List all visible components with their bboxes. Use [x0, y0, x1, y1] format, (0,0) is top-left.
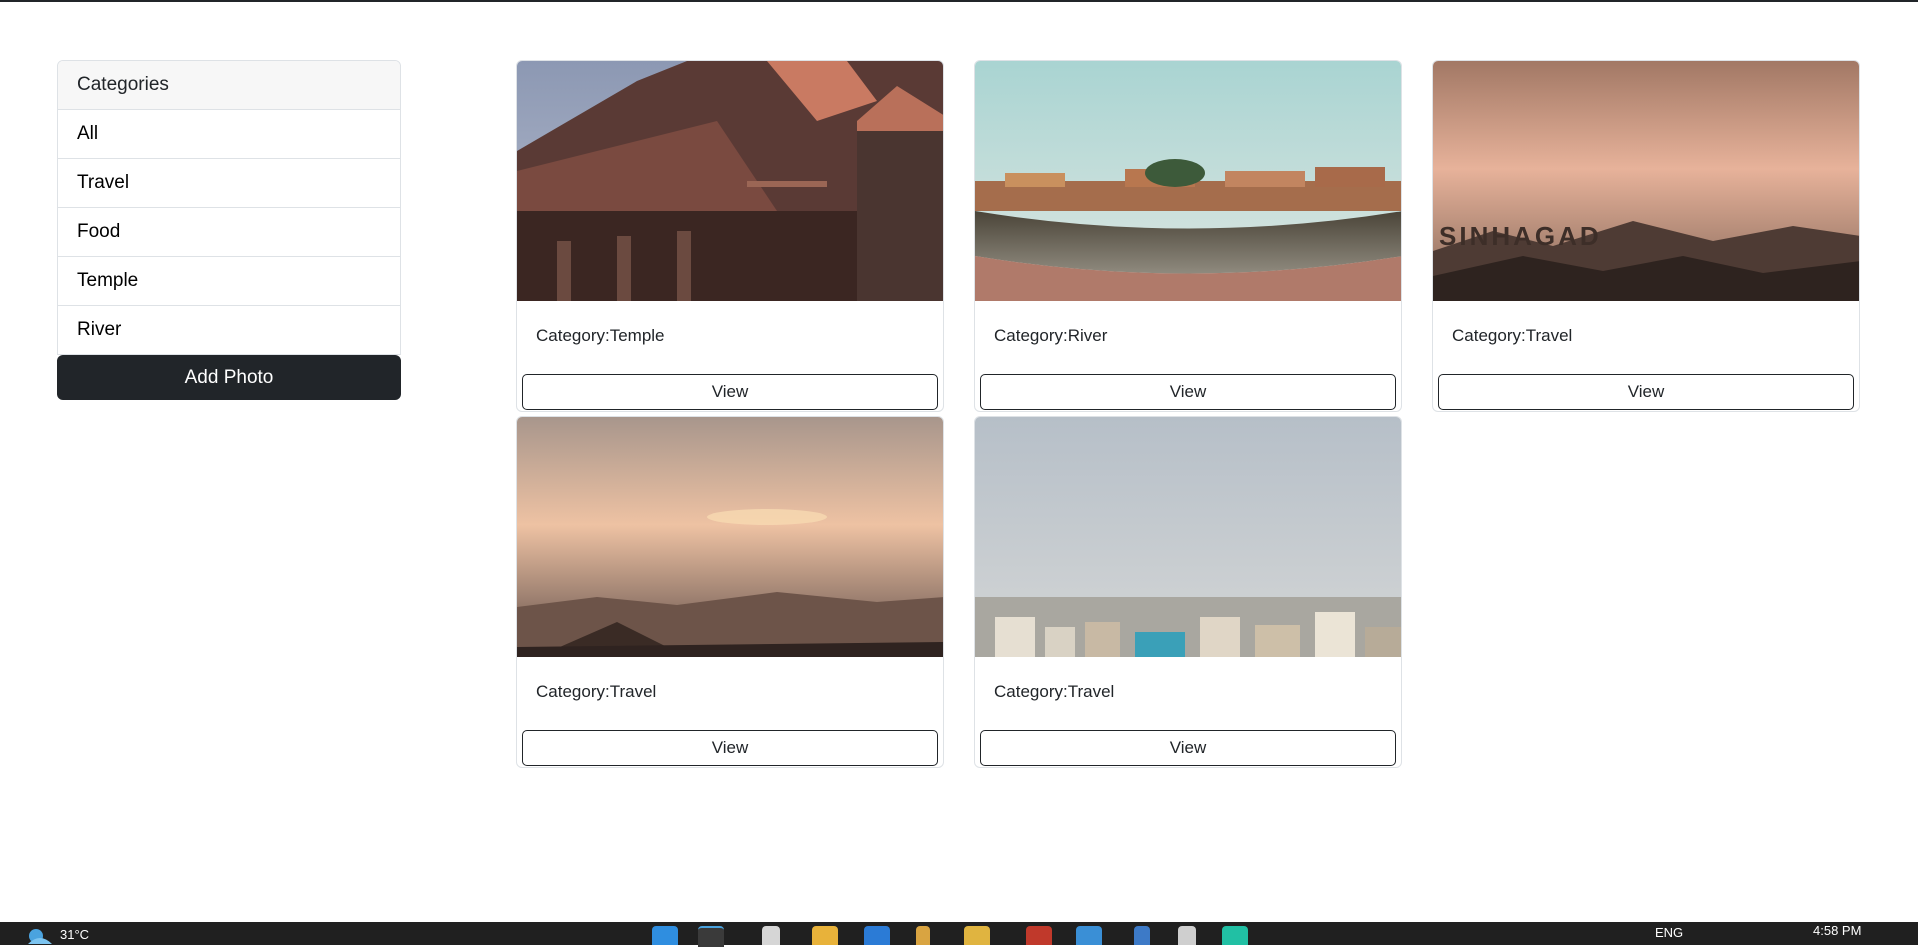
app-icon-red[interactable]	[1026, 926, 1052, 945]
category-sidebar: Categories All Travel Food Temple River …	[57, 60, 401, 400]
photo-card: Category:Temple View	[516, 60, 944, 412]
app-icon-diamond[interactable]	[1134, 926, 1150, 945]
taskbar: 31°C ENG 4:58 PM	[0, 922, 1918, 947]
category-list: Categories All Travel Food Temple River	[57, 60, 401, 355]
city-skyline-photo[interactable]	[975, 417, 1402, 657]
weather-widget[interactable]: 31°C	[26, 924, 89, 947]
sunset-hills-photo[interactable]	[517, 417, 944, 657]
photo-card: Category:Travel View	[516, 416, 944, 768]
app-icon[interactable]	[964, 926, 990, 945]
categories-header: Categories	[58, 61, 400, 110]
photo-card: Category:River View	[974, 60, 1402, 412]
card-category-label: Category:Temple	[536, 326, 665, 345]
view-button[interactable]: View	[522, 374, 938, 410]
svg-text:SINHAGAD: SINHAGAD	[1439, 221, 1602, 251]
browser-icon[interactable]	[698, 926, 724, 947]
temple-photo[interactable]	[517, 61, 944, 301]
river-ghat-photo[interactable]	[975, 61, 1402, 301]
top-border	[0, 0, 1918, 2]
view-button[interactable]: View	[1438, 374, 1854, 410]
photo-card: SINHAGAD Category:Travel View	[1432, 60, 1860, 412]
category-item-travel[interactable]: Travel	[58, 159, 400, 208]
card-category-label: Category:Travel	[536, 682, 657, 701]
add-photo-button[interactable]: Add Photo	[57, 355, 401, 400]
category-item-all[interactable]: All	[58, 110, 400, 159]
database-icon[interactable]	[1178, 926, 1196, 945]
app-icon-teal[interactable]	[1222, 926, 1248, 945]
pencil-icon[interactable]	[916, 926, 930, 945]
view-button[interactable]: View	[522, 730, 938, 766]
category-item-river[interactable]: River	[58, 306, 400, 354]
card-category-label: Category:Travel	[994, 682, 1115, 701]
category-item-temple[interactable]: Temple	[58, 257, 400, 306]
app-icon-blue[interactable]	[1076, 926, 1102, 945]
temperature-text: 31°C	[60, 927, 90, 942]
notepad-icon[interactable]	[762, 926, 780, 945]
clock[interactable]: 4:58 PM	[1813, 923, 1861, 938]
vscode-icon[interactable]	[864, 926, 890, 945]
file-explorer-icon[interactable]	[812, 926, 838, 945]
card-category-label: Category:River	[994, 326, 1108, 345]
sinhagad-photo[interactable]: SINHAGAD	[1433, 61, 1860, 301]
weather-icon	[28, 929, 52, 944]
view-button[interactable]: View	[980, 730, 1396, 766]
view-button[interactable]: View	[980, 374, 1396, 410]
start-menu-icon[interactable]	[652, 926, 678, 945]
photo-card: Category:Travel View	[974, 416, 1402, 768]
category-item-food[interactable]: Food	[58, 208, 400, 257]
card-category-label: Category:Travel	[1452, 326, 1573, 345]
language-indicator[interactable]: ENG	[1655, 925, 1683, 940]
